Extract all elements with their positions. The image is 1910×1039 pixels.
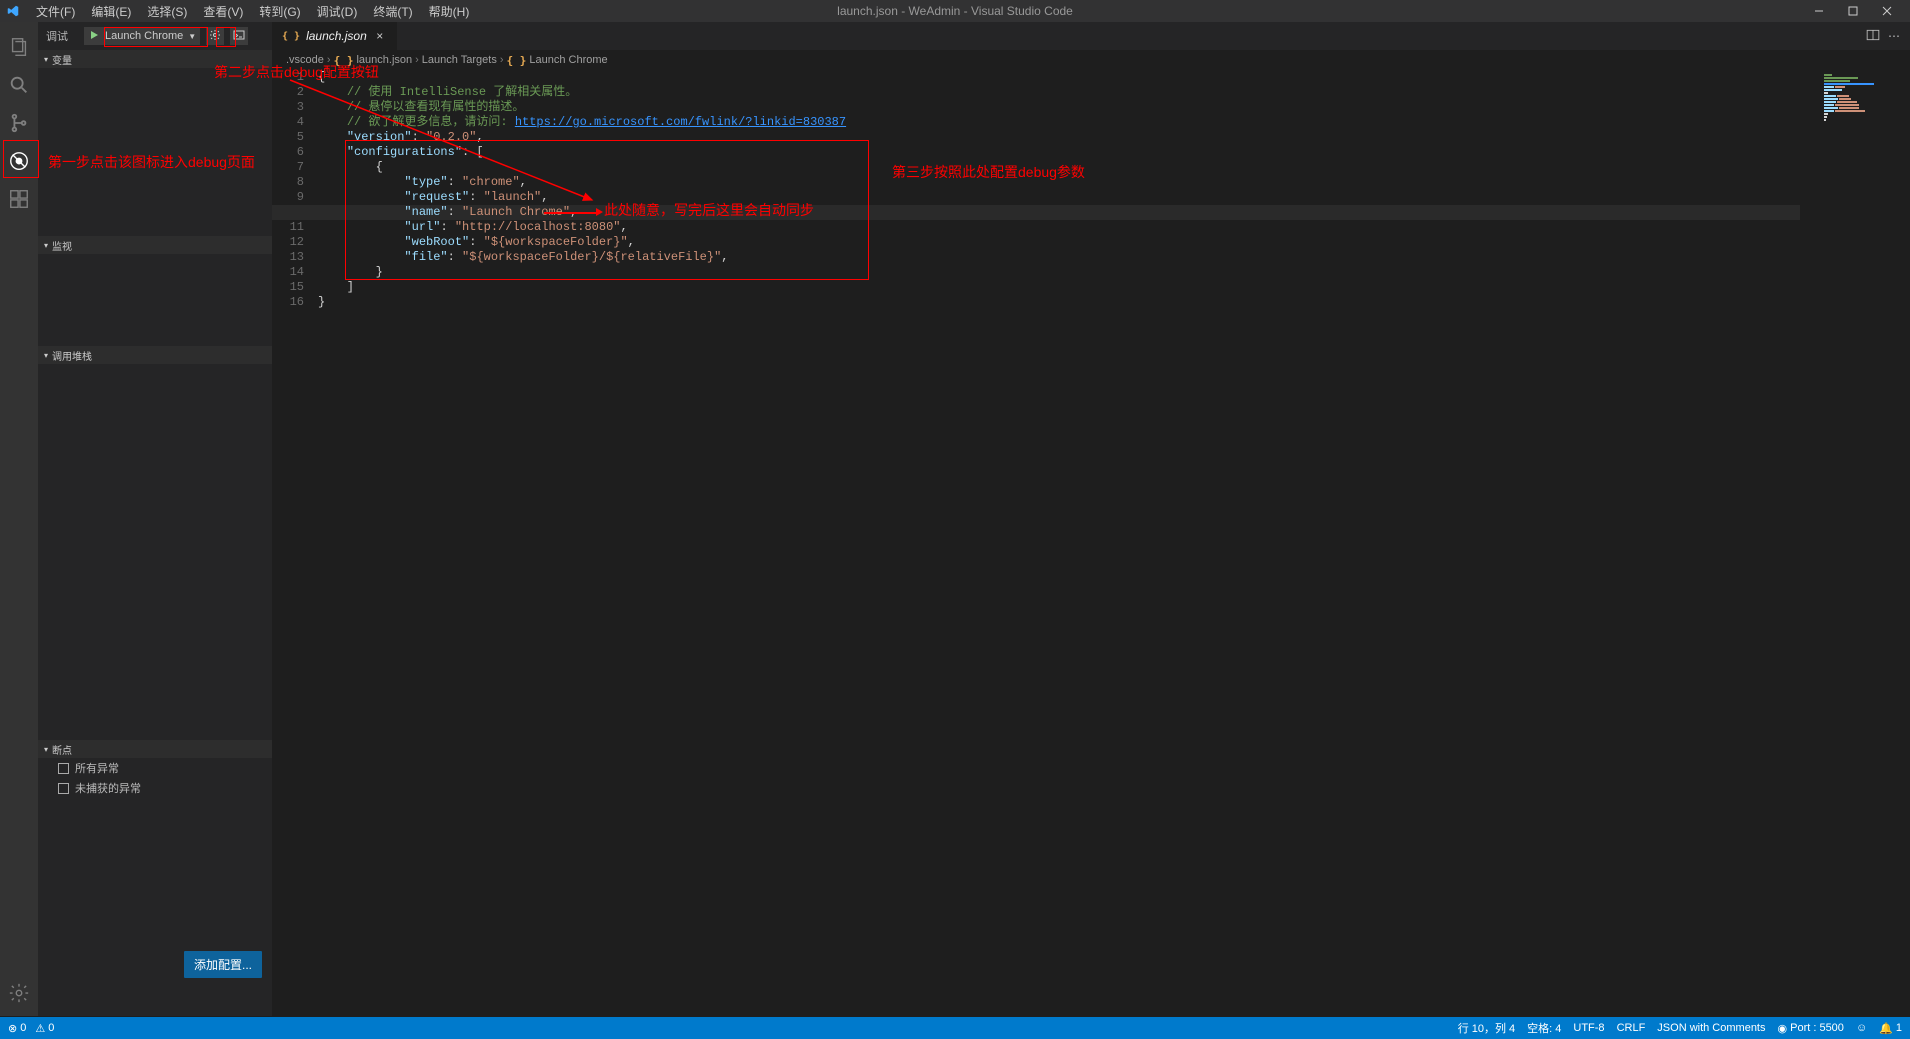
- json-file-icon: { }: [282, 31, 300, 42]
- chevron-right-icon: ›: [327, 54, 331, 66]
- bp-label: 所有异常: [75, 760, 119, 776]
- add-configuration-button[interactable]: 添加配置...: [184, 951, 262, 978]
- editor-tab-actions: ⋯: [1866, 22, 1910, 50]
- status-errors[interactable]: ⊗ 0 ⚠ 0: [8, 1022, 54, 1035]
- status-cursor[interactable]: 行 10，列 4: [1458, 1020, 1515, 1036]
- section-breakpoints-label: 断点: [52, 742, 72, 757]
- minimize-button[interactable]: [1802, 0, 1836, 22]
- vscode-logo-icon: [6, 4, 20, 18]
- menu-debug[interactable]: 调试(D): [309, 1, 366, 22]
- debug-side-panel: 调试 Launch Chrome ▼ ▾ 变量: [38, 22, 272, 1016]
- add-configuration-label: 添加配置...: [194, 958, 252, 972]
- play-icon: [89, 29, 99, 43]
- status-encoding[interactable]: UTF-8: [1573, 1022, 1604, 1034]
- section-breakpoints[interactable]: ▾ 断点: [38, 740, 272, 758]
- activity-explorer-icon[interactable]: [0, 28, 38, 66]
- code-editor[interactable]: 1 2 3 4 5 6 7 8 9 10 11 12 13 14 15 16 {…: [272, 70, 1910, 1016]
- status-indentation[interactable]: 空格: 4: [1527, 1020, 1561, 1036]
- debug-header-label: 调试: [46, 28, 68, 44]
- status-eol[interactable]: CRLF: [1617, 1022, 1646, 1034]
- chevron-down-icon: ▾: [44, 351, 48, 360]
- debug-controls: Launch Chrome ▼: [84, 27, 248, 45]
- status-feedback-icon[interactable]: ☺: [1856, 1022, 1867, 1034]
- broadcast-icon: ◉: [1778, 1022, 1788, 1035]
- checkbox-icon: [58, 763, 69, 774]
- crumb[interactable]: .vscode: [286, 54, 324, 66]
- activity-debug-icon[interactable]: [0, 142, 38, 180]
- activity-settings-icon[interactable]: [0, 974, 38, 1012]
- close-button[interactable]: [1870, 0, 1904, 22]
- debug-console-button[interactable]: [230, 27, 248, 45]
- window-title: launch.json - WeAdmin - Visual Studio Co…: [837, 4, 1073, 18]
- window-controls: [1802, 0, 1904, 22]
- activity-git-icon[interactable]: [0, 104, 38, 142]
- chevron-down-icon: ▾: [44, 241, 48, 250]
- status-language[interactable]: JSON with Comments: [1657, 1022, 1765, 1034]
- chevron-right-icon: ›: [415, 54, 419, 66]
- menu-go[interactable]: 转到(G): [251, 1, 308, 22]
- editor-tabs: { } launch.json × ⋯: [272, 22, 1910, 50]
- status-bar: ⊗ 0 ⚠ 0 行 10，列 4 空格: 4 UTF-8 CRLF JSON w…: [0, 1017, 1910, 1039]
- chevron-down-icon: ▾: [44, 745, 48, 754]
- debug-header: 调试 Launch Chrome ▼: [38, 22, 272, 50]
- activity-search-icon[interactable]: [0, 66, 38, 104]
- tab-launch-json[interactable]: { } launch.json ×: [272, 22, 397, 50]
- debug-start-dropdown[interactable]: Launch Chrome ▼: [84, 27, 200, 45]
- status-liveserver[interactable]: ◉ Port : 5500: [1778, 1022, 1844, 1035]
- split-editor-icon[interactable]: [1866, 28, 1880, 45]
- gear-icon: [209, 29, 221, 44]
- titlebar: 文件(F) 编辑(E) 选择(S) 查看(V) 转到(G) 调试(D) 终端(T…: [0, 0, 1910, 22]
- error-icon: ⊗: [8, 1022, 17, 1035]
- section-variables-label: 变量: [52, 52, 72, 67]
- terminal-icon: [233, 29, 245, 44]
- debug-configure-button[interactable]: [206, 27, 224, 45]
- bp-uncaught-exceptions[interactable]: 未捕获的异常: [38, 778, 272, 798]
- section-callstack[interactable]: ▾ 调用堆栈: [38, 346, 272, 364]
- json-file-icon: { }: [507, 54, 527, 67]
- status-notifications[interactable]: 🔔 1: [1879, 1022, 1902, 1035]
- code-lines[interactable]: { // 使用 IntelliSense 了解相关属性。 // 悬停以查看现有属…: [318, 70, 1910, 1016]
- json-file-icon: { }: [334, 54, 354, 67]
- maximize-button[interactable]: [1836, 0, 1870, 22]
- crumb[interactable]: launch.json: [356, 54, 412, 66]
- crumb[interactable]: Launch Targets: [422, 54, 497, 66]
- menu-edit[interactable]: 编辑(E): [83, 1, 139, 22]
- chevron-down-icon: ▼: [188, 32, 196, 41]
- menu-bar: 文件(F) 编辑(E) 选择(S) 查看(V) 转到(G) 调试(D) 终端(T…: [28, 1, 477, 22]
- section-callstack-body: [38, 364, 272, 740]
- checkbox-icon: [58, 783, 69, 794]
- more-actions-icon[interactable]: ⋯: [1888, 29, 1900, 43]
- section-watch-label: 监视: [52, 238, 72, 253]
- activity-extensions-icon[interactable]: [0, 180, 38, 218]
- section-variables-body: [38, 68, 272, 236]
- section-watch[interactable]: ▾ 监视: [38, 236, 272, 254]
- chevron-right-icon: ›: [500, 54, 504, 66]
- menu-selection[interactable]: 选择(S): [139, 1, 195, 22]
- bell-icon: 🔔: [1879, 1022, 1893, 1035]
- editor-area: { } launch.json × ⋯ .vscode › { } launch…: [272, 22, 1910, 1016]
- menu-view[interactable]: 查看(V): [195, 1, 251, 22]
- tab-name: launch.json: [306, 29, 367, 43]
- chevron-down-icon: ▾: [44, 55, 48, 64]
- activity-bar: [0, 22, 38, 1016]
- menu-help[interactable]: 帮助(H): [421, 1, 478, 22]
- breadcrumbs[interactable]: .vscode › { } launch.json › Launch Targe…: [272, 50, 1910, 70]
- bp-all-exceptions[interactable]: 所有异常: [38, 758, 272, 778]
- tab-close-icon[interactable]: ×: [373, 29, 387, 43]
- menu-file[interactable]: 文件(F): [28, 1, 83, 22]
- menu-terminal[interactable]: 终端(T): [365, 1, 420, 22]
- crumb[interactable]: Launch Chrome: [529, 54, 607, 66]
- section-watch-body: [38, 254, 272, 346]
- section-callstack-label: 调用堆栈: [52, 348, 92, 363]
- warning-icon: ⚠: [35, 1022, 45, 1035]
- debug-config-name: Launch Chrome: [102, 30, 186, 42]
- bp-label: 未捕获的异常: [75, 780, 141, 796]
- section-variables[interactable]: ▾ 变量: [38, 50, 272, 68]
